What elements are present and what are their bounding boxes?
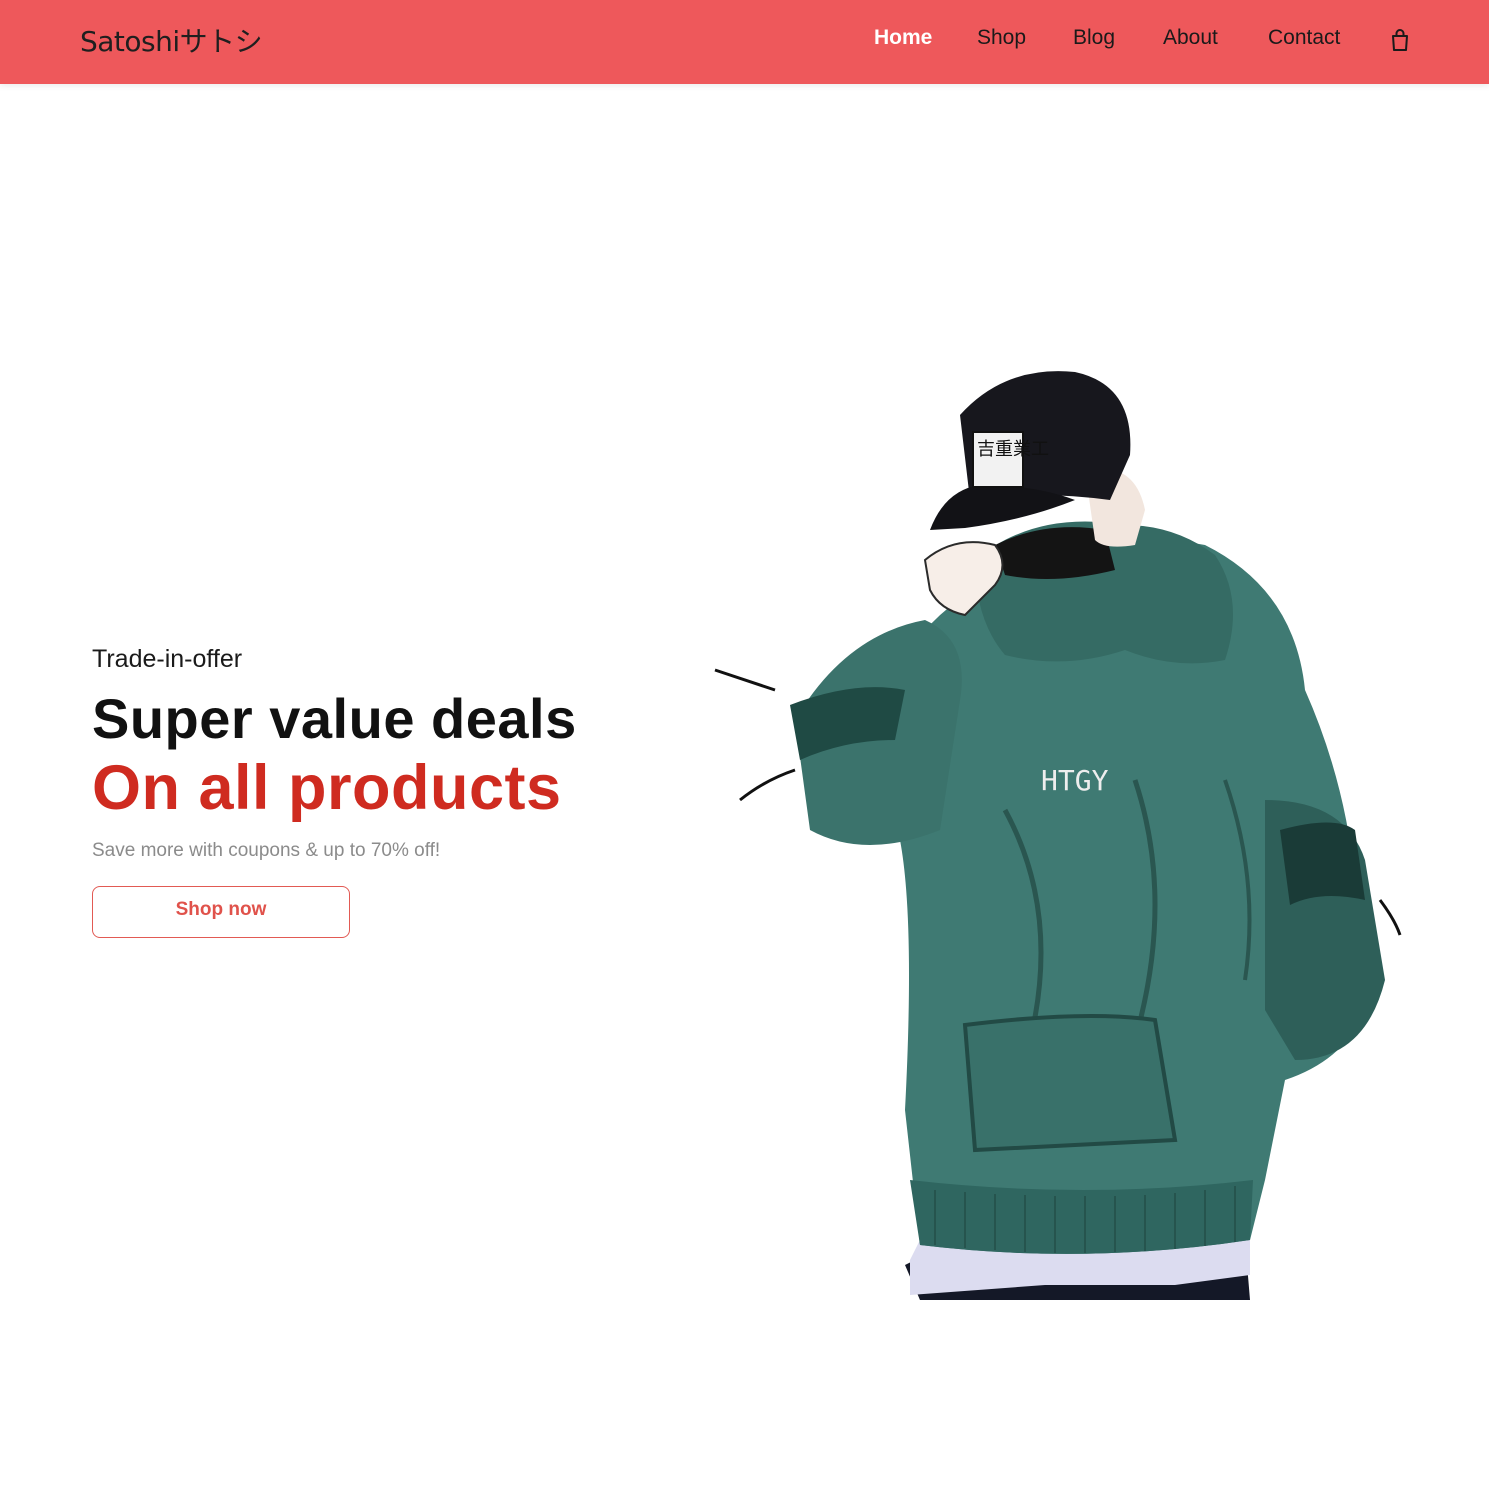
shopping-bag-icon[interactable] <box>1389 28 1411 52</box>
main-nav: Home Shop Blog About Contact <box>0 26 1489 56</box>
hoodie-pocket <box>962 1014 1178 1153</box>
nav-item-blog[interactable]: Blog <box>1073 26 1115 50</box>
nav-item-contact[interactable]: Contact <box>1268 26 1340 50</box>
hero-headline-accent: On all products <box>92 753 562 823</box>
hero-headline: Super value deals <box>92 687 577 750</box>
nav-item-home[interactable]: Home <box>874 26 932 50</box>
cap-patch-text: 吉重業工 <box>977 439 1049 460</box>
hoodie-hem <box>910 1180 1253 1254</box>
hero-illustration: HTGY 吉重業工 <box>714 371 1402 1300</box>
hero-eyebrow: Trade-in-offer <box>92 645 243 673</box>
hero-subtext: Save more with coupons & up to 70% off! <box>92 840 441 861</box>
hoodie-print-text: HTGY <box>1041 764 1109 797</box>
top-navbar: Satoshiサトシ Home Shop Blog About Contact <box>0 0 1489 84</box>
shop-now-button[interactable]: Shop now <box>92 886 350 938</box>
nav-item-shop[interactable]: Shop <box>977 26 1026 50</box>
nav-item-about[interactable]: About <box>1163 26 1218 50</box>
